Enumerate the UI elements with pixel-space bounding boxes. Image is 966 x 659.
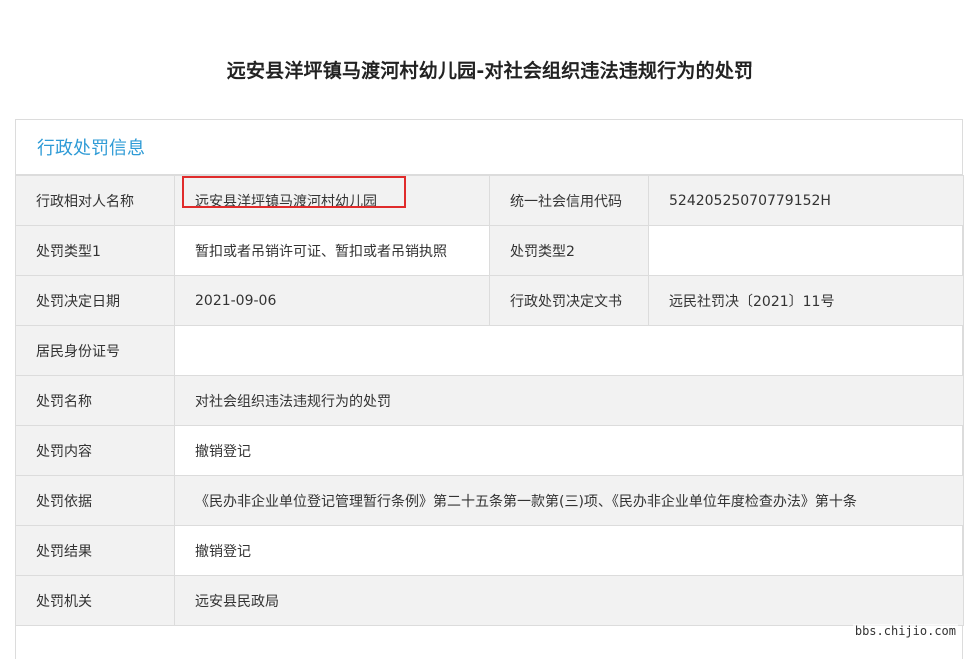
field-label: 处罚类型1 — [15, 225, 175, 276]
table-row: 处罚结果 撤销登记 — [15, 525, 964, 576]
field-value-penalty-result: 撤销登记 — [174, 525, 964, 576]
table-row: 处罚内容 撤销登记 — [15, 425, 964, 476]
table-row: 处罚机关 远安县民政局 — [15, 575, 964, 626]
highlighted-entity-name: 远安县洋坪镇马渡河村幼儿园 — [182, 176, 406, 211]
table-row: 行政相对人名称 远安县洋坪镇马渡河村幼儿园 统一社会信用代码 524205250… — [15, 175, 964, 226]
field-value-decision-doc: 远民社罚决〔2021〕11号 — [648, 275, 964, 326]
field-label: 统一社会信用代码 — [489, 175, 649, 226]
watermark: bbs.chijio.com — [852, 624, 958, 638]
field-label: 处罚类型2 — [489, 225, 649, 276]
field-value-penalty-type-1: 暂扣或者吊销许可证、暂扣或者吊销执照 — [174, 225, 490, 276]
field-label: 处罚结果 — [15, 525, 175, 576]
field-label: 处罚机关 — [15, 575, 175, 626]
penalty-info-table: 行政相对人名称 远安县洋坪镇马渡河村幼儿园 统一社会信用代码 524205250… — [15, 175, 964, 626]
page-title: 远安县洋坪镇马渡河村幼儿园-对社会组织违法违规行为的处罚 — [226, 60, 754, 82]
field-value-penalty-name: 对社会组织违法违规行为的处罚 — [174, 375, 964, 426]
field-label: 居民身份证号 — [15, 325, 175, 376]
field-value-decision-date: 2021-09-06 — [174, 275, 490, 326]
field-label: 行政处罚决定文书 — [489, 275, 649, 326]
field-label: 处罚名称 — [15, 375, 175, 426]
field-label: 处罚内容 — [15, 425, 175, 476]
highlight-box — [182, 176, 406, 208]
field-value-penalty-content: 撤销登记 — [174, 425, 964, 476]
field-value-id-number — [174, 325, 964, 376]
field-value-entity-name: 远安县洋坪镇马渡河村幼儿园 — [174, 175, 490, 226]
table-row: 处罚决定日期 2021-09-06 行政处罚决定文书 远民社罚决〔2021〕11… — [15, 275, 964, 326]
table-row: 处罚名称 对社会组织违法违规行为的处罚 — [15, 375, 964, 426]
field-label: 处罚依据 — [15, 475, 175, 526]
field-label: 处罚决定日期 — [15, 275, 175, 326]
field-value-penalty-authority: 远安县民政局 — [174, 575, 964, 626]
field-value-credit-code: 52420525070779152H — [648, 175, 964, 226]
section-title: 行政处罚信息 — [16, 120, 962, 175]
field-value-penalty-basis: 《民办非企业单位登记管理暂行条例》第二十五条第一款第(三)项、《民办非企业单位年… — [174, 475, 964, 526]
penalty-info-panel: 行政处罚信息 行政相对人名称 远安县洋坪镇马渡河村幼儿园 统一社会信用代码 52… — [15, 119, 964, 659]
field-value-penalty-type-2 — [648, 225, 964, 276]
table-row: 处罚依据 《民办非企业单位登记管理暂行条例》第二十五条第一款第(三)项、《民办非… — [15, 475, 964, 526]
field-label: 行政相对人名称 — [15, 175, 175, 226]
table-row: 处罚类型1 暂扣或者吊销许可证、暂扣或者吊销执照 处罚类型2 — [15, 225, 964, 276]
table-row: 居民身份证号 — [15, 325, 964, 376]
